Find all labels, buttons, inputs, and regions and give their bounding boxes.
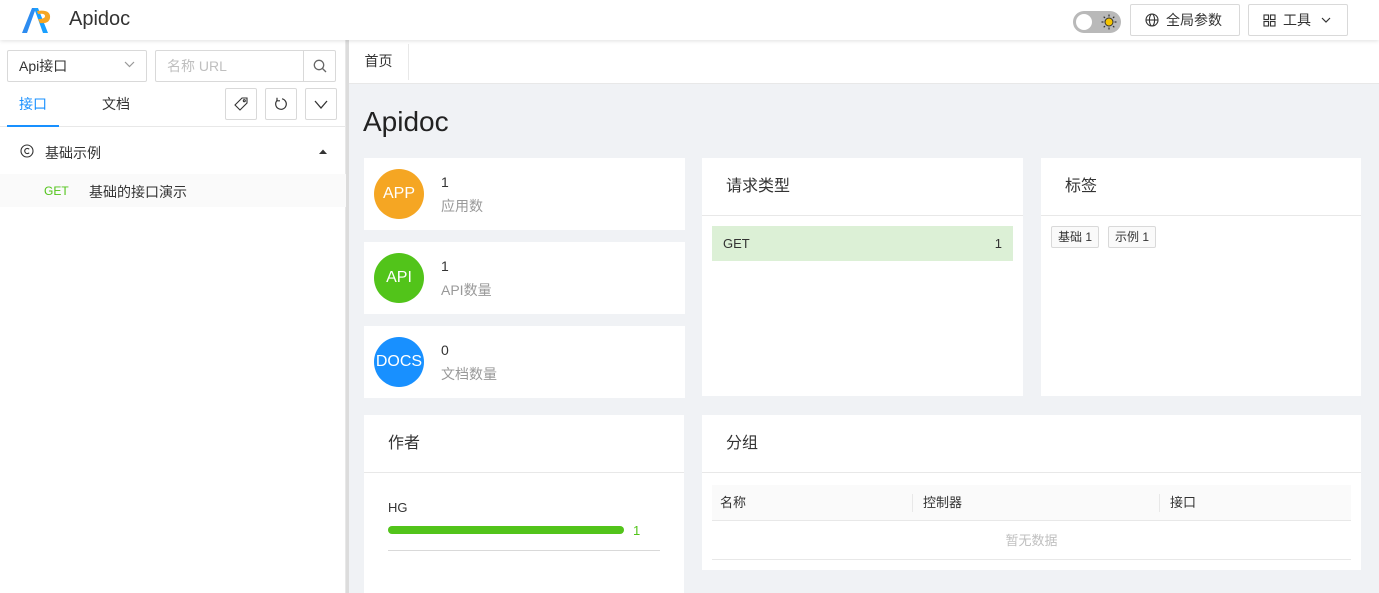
author-progress-fill: [388, 526, 624, 534]
authors-card: 作者 HG 1: [364, 415, 684, 593]
toggle-knob: [1076, 14, 1092, 30]
tab-home[interactable]: 首页: [349, 44, 409, 80]
tab-api[interactable]: 接口: [7, 88, 59, 127]
stat-value: 1: [441, 174, 449, 190]
tools-label: 工具: [1283, 12, 1311, 28]
global-params-label: 全局参数: [1166, 12, 1222, 28]
copyright-icon: [20, 144, 34, 158]
reload-button[interactable]: [265, 88, 297, 120]
tag-chip[interactable]: 基础 1: [1051, 226, 1100, 248]
docs-badge-icon: DOCS: [374, 337, 424, 387]
top-header: Apidoc 全局参数 工具: [0, 0, 1379, 40]
app-select[interactable]: Api接口: [7, 50, 147, 82]
stat-card-apis: API 1 API数量: [364, 242, 685, 314]
card-title: 分组: [702, 415, 1361, 473]
globe-icon: [1145, 13, 1159, 27]
api-badge-icon: API: [374, 253, 424, 303]
theme-toggle[interactable]: [1073, 11, 1121, 33]
search-button[interactable]: [303, 51, 335, 81]
column-header-api: 接口: [1159, 494, 1196, 512]
main-content: 首页 Apidoc APP 1 应用数 API 1 API数量 DOCS 0 文…: [349, 40, 1379, 593]
reload-icon: [275, 97, 287, 110]
tree-group-basic[interactable]: 基础示例: [0, 128, 346, 174]
tag-icon: [234, 97, 248, 111]
api-method: GET: [44, 184, 69, 198]
column-header-controller: 控制器: [912, 494, 962, 512]
stat-card-docs: DOCS 0 文档数量: [364, 326, 685, 398]
tags-card: 标签 基础 1 示例 1: [1041, 158, 1361, 396]
sidebar-tabs: 接口 文档: [0, 88, 346, 127]
column-header-name: 名称: [720, 495, 747, 510]
chevron-up-icon: [319, 149, 327, 154]
request-count: 1: [994, 236, 1002, 251]
card-title: 作者: [364, 415, 684, 473]
tag-chip[interactable]: 示例 1: [1108, 226, 1157, 248]
groups-card: 分组 名称 控制器 接口 暂无数据: [702, 415, 1361, 570]
tab-docs[interactable]: 文档: [102, 88, 130, 127]
sidebar: Api接口 接口 文档 基础示例 GET 基础的接口演示: [0, 40, 346, 593]
chevron-down-icon: [314, 100, 328, 109]
chevron-down-icon: [1321, 17, 1331, 23]
card-title: 请求类型: [702, 158, 1023, 216]
grid-icon: [1263, 13, 1276, 27]
stat-label: 文档数量: [441, 366, 497, 382]
sun-icon: [1101, 14, 1117, 30]
tools-button[interactable]: 工具: [1248, 4, 1348, 36]
request-types-card: 请求类型 GET 1: [702, 158, 1023, 396]
page-title: Apidoc: [363, 106, 449, 137]
groups-table-header: 名称 控制器 接口: [712, 485, 1351, 521]
api-name: 基础的接口演示: [89, 184, 187, 200]
author-count: 1: [633, 523, 641, 538]
table-empty-text: 暂无数据: [712, 521, 1351, 560]
stat-label: 应用数: [441, 198, 483, 214]
request-type-row: GET 1: [712, 226, 1013, 261]
search-icon: [313, 59, 326, 73]
global-params-button[interactable]: 全局参数: [1130, 4, 1240, 36]
stat-label: API数量: [441, 282, 492, 298]
stat-card-apps: APP 1 应用数: [364, 158, 685, 230]
divider: [388, 550, 660, 551]
request-method: GET: [723, 236, 750, 251]
tree-api-item[interactable]: GET 基础的接口演示: [0, 174, 346, 207]
app-select-value: Api接口: [19, 58, 68, 74]
author-progress-bar: [388, 526, 624, 534]
app-badge-icon: APP: [374, 169, 424, 219]
tag-filter-button[interactable]: [225, 88, 257, 120]
app-title: Apidoc: [69, 8, 131, 30]
author-name: HG: [388, 500, 408, 515]
card-title: 标签: [1041, 158, 1361, 216]
search-input[interactable]: [156, 51, 305, 81]
stat-value: 1: [441, 258, 449, 274]
chevron-down-icon: [124, 61, 135, 68]
stat-value: 0: [441, 342, 449, 358]
search-box: [155, 50, 336, 82]
tree-group-label: 基础示例: [45, 145, 101, 161]
collapse-all-button[interactable]: [305, 88, 337, 120]
page-tabs: 首页: [349, 40, 1379, 84]
apidoc-logo-icon[interactable]: [20, 5, 54, 35]
